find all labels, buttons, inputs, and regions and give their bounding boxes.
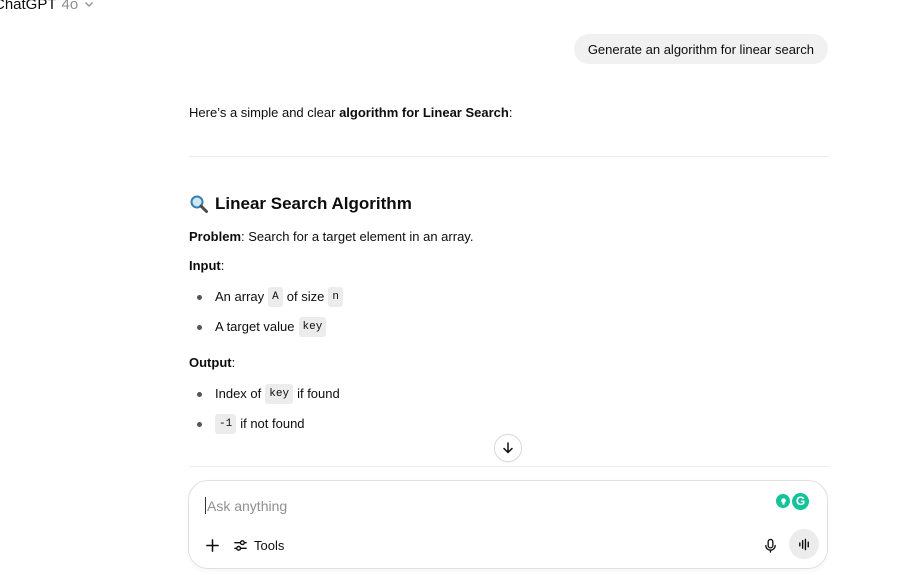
list-item: Index of key if found bbox=[197, 384, 340, 404]
assistant-intro: Here’s a simple and clear algorithm for … bbox=[189, 104, 829, 122]
input-label: Input bbox=[189, 258, 221, 273]
divider bbox=[189, 156, 829, 157]
bullet bbox=[197, 391, 202, 397]
model-version: 4o bbox=[61, 0, 79, 13]
inline-code: key bbox=[298, 317, 327, 337]
inline-code: n bbox=[328, 287, 343, 307]
input-colon: : bbox=[220, 258, 225, 273]
inline-code: key bbox=[265, 384, 294, 404]
plus-icon bbox=[205, 538, 219, 552]
grammarly-icon: G bbox=[792, 492, 809, 510]
intro-bold: algorithm for Linear Search bbox=[339, 105, 509, 120]
divider bbox=[189, 466, 829, 467]
output-paragraph: Output: bbox=[189, 354, 235, 372]
lightbulb-icon bbox=[776, 494, 790, 508]
item-text: A target value bbox=[215, 319, 295, 334]
item-text: of size bbox=[286, 289, 325, 304]
input-paragraph: Input: bbox=[189, 257, 224, 275]
problem-label: Problem bbox=[189, 229, 242, 244]
arrow-down-icon bbox=[503, 442, 513, 454]
composer: G Tools bbox=[188, 480, 828, 569]
app-name: ChatGPT bbox=[0, 0, 57, 13]
heading-text: Linear Search Algorithm bbox=[215, 194, 412, 213]
item-text: Index of bbox=[215, 386, 262, 401]
inline-code: -1 bbox=[215, 414, 237, 434]
waveform-icon bbox=[798, 538, 809, 550]
scroll-to-bottom-button[interactable] bbox=[494, 434, 522, 462]
list-item: A target value key bbox=[197, 317, 330, 337]
item-text: if found bbox=[297, 386, 340, 401]
user-message-bubble: Generate an algorithm for linear search bbox=[573, 34, 828, 64]
section-heading: Linear Search Algorithm bbox=[189, 192, 412, 216]
prompt-input[interactable] bbox=[205, 494, 729, 518]
problem-paragraph: Problem: Search for a target element in … bbox=[189, 228, 473, 246]
bullet bbox=[197, 324, 202, 330]
dictate-button[interactable] bbox=[759, 534, 781, 556]
bullet bbox=[197, 294, 202, 300]
tools-label: Tools bbox=[254, 537, 285, 553]
user-message-text: Generate an algorithm for linear search bbox=[587, 41, 814, 57]
intro-text: Here’s a simple and clear bbox=[189, 105, 340, 120]
inline-code: A bbox=[268, 287, 283, 307]
model-switcher[interactable]: ChatGPT 4o bbox=[0, 0, 95, 14]
magnifying-glass-icon bbox=[190, 195, 208, 213]
add-attachment-button[interactable] bbox=[201, 534, 223, 556]
item-text: if not found bbox=[240, 416, 305, 431]
grammarly-widget[interactable]: G bbox=[776, 491, 809, 511]
intro-end: : bbox=[508, 105, 513, 120]
list-item: An array A of size n bbox=[197, 287, 347, 307]
tools-button[interactable]: Tools bbox=[233, 534, 284, 556]
chevron-down-icon bbox=[85, 2, 94, 7]
list-item: -1 if not found bbox=[197, 414, 305, 434]
output-label: Output bbox=[189, 355, 232, 370]
voice-mode-button[interactable] bbox=[789, 529, 819, 559]
output-colon: : bbox=[231, 355, 236, 370]
bullet bbox=[197, 421, 202, 427]
microphone-icon bbox=[764, 538, 776, 553]
problem-text: : Search for a target element in an arra… bbox=[241, 229, 474, 244]
sliders-icon bbox=[234, 539, 247, 551]
item-text: An array bbox=[215, 289, 265, 304]
